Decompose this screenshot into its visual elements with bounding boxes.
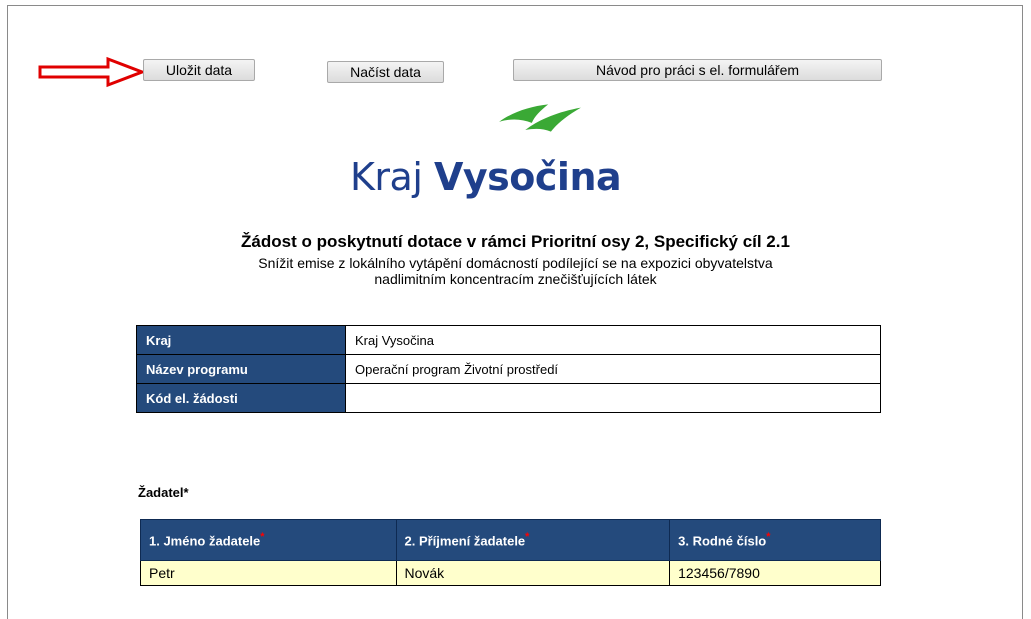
logo-word-kraj: Kraj <box>350 155 423 199</box>
page-subtitle: Snížit emise z lokálního vytápění domácn… <box>0 255 1031 287</box>
info-row-kraj: Kraj Kraj Vysočina <box>136 325 881 355</box>
column-header-birth-number: 3. Rodné číslo* <box>669 519 881 561</box>
required-mark: * <box>260 531 265 544</box>
page-title: Žádost o poskytnutí dotace v rámci Prior… <box>241 232 790 251</box>
first-name-field[interactable]: Petr <box>140 560 397 586</box>
applicant-data-row: Petr Novák 123456/7890 <box>140 560 881 586</box>
load-data-button[interactable]: Načíst data <box>327 61 444 83</box>
save-data-button[interactable]: Uložit data <box>143 59 255 81</box>
birth-number-field[interactable]: 123456/7890 <box>669 560 881 586</box>
applicant-header-row: 1. Jméno žadatele* 2. Příjmení žadatele*… <box>140 519 881 561</box>
application-code-field[interactable] <box>345 383 881 413</box>
column-header-first-name: 1. Jméno žadatele* <box>140 519 397 561</box>
info-value: Kraj Vysočina <box>345 325 881 355</box>
info-label: Název programu <box>136 354 346 384</box>
info-row-code: Kód el. žádosti <box>136 383 881 413</box>
applicant-table: 1. Jméno žadatele* 2. Příjmení žadatele*… <box>140 519 881 586</box>
kraj-vysocina-logo-icon <box>499 104 581 132</box>
column-header-last-name: 2. Příjmení žadatele* <box>395 519 671 561</box>
form-guide-button[interactable]: Návod pro práci s el. formulářem <box>513 59 882 81</box>
logo-word-vysocina: Vysočina <box>433 155 622 199</box>
last-name-field[interactable]: Novák <box>395 560 671 586</box>
required-mark: * <box>525 531 530 544</box>
info-label: Kód el. žádosti <box>136 383 346 413</box>
subtitle-line-1: Snížit emise z lokálního vytápění domácn… <box>258 255 773 271</box>
program-info-table: Kraj Kraj Vysočina Název programu Operač… <box>136 325 881 413</box>
info-label: Kraj <box>136 325 346 355</box>
subtitle-line-2: nadlimitním koncentracím znečišťujících … <box>374 271 657 287</box>
arrow-right-icon <box>38 56 144 88</box>
logo-wordmark: Kraj Vysočina <box>350 155 622 199</box>
required-mark: * <box>766 531 771 544</box>
applicant-section-label: Žadatel* <box>138 485 189 500</box>
info-value: Operační program Životní prostředí <box>345 354 881 384</box>
info-row-program: Název programu Operační program Životní … <box>136 354 881 384</box>
